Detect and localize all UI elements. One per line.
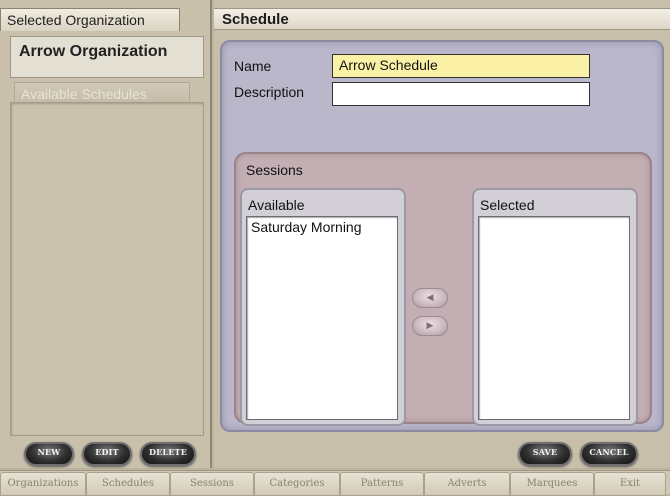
save-button[interactable]: SAVE	[518, 442, 572, 466]
nav-sessions[interactable]: Sessions	[170, 472, 254, 496]
new-button[interactable]: NEW	[24, 442, 74, 466]
available-label: Available	[248, 197, 305, 213]
description-field[interactable]	[332, 82, 590, 106]
selected-label: Selected	[480, 197, 535, 213]
cancel-button[interactable]: CANCEL	[580, 442, 638, 466]
delete-button[interactable]: DELETE	[140, 442, 196, 466]
move-left-button[interactable]: ◀	[412, 288, 448, 308]
list-item[interactable]: Saturday Morning	[247, 217, 397, 237]
move-right-button[interactable]: ▶	[412, 316, 448, 336]
description-label: Description	[234, 84, 305, 100]
bottom-nav: Organizations Schedules Sessions Categor…	[0, 470, 670, 496]
available-schedules-list[interactable]	[10, 102, 204, 436]
arrow-right-icon: ▶	[426, 320, 434, 330]
name-field[interactable]: Arrow Schedule	[332, 54, 590, 78]
right-panel: Schedule Name Arrow Schedule Description…	[214, 0, 670, 468]
name-label: Name	[234, 58, 272, 74]
nav-marquees[interactable]: Marquees	[510, 472, 594, 496]
available-sessions-list[interactable]: Saturday Morning	[246, 216, 398, 420]
sessions-label: Sessions	[246, 162, 303, 178]
selected-sessions-frame: Selected	[472, 188, 638, 426]
nav-categories[interactable]: Categories	[254, 472, 340, 496]
sessions-panel: Sessions Available Saturday Morning ◀ ▶ …	[234, 152, 652, 426]
left-panel: Selected Organization Arrow Organization…	[0, 0, 212, 468]
schedule-header: Schedule	[214, 8, 670, 30]
nav-exit[interactable]: Exit	[594, 472, 666, 496]
selected-sessions-list[interactable]	[478, 216, 630, 420]
selected-organization-tab: Selected Organization	[0, 8, 180, 31]
nav-schedules[interactable]: Schedules	[86, 472, 170, 496]
nav-patterns[interactable]: Patterns	[340, 472, 424, 496]
nav-organizations[interactable]: Organizations	[0, 472, 86, 496]
nav-adverts[interactable]: Adverts	[424, 472, 510, 496]
organization-name: Arrow Organization	[10, 36, 204, 78]
arrow-left-icon: ◀	[426, 292, 434, 302]
edit-button[interactable]: EDIT	[82, 442, 132, 466]
available-sessions-frame: Available Saturday Morning	[240, 188, 406, 426]
schedule-form: Name Arrow Schedule Description Sessions…	[220, 40, 664, 432]
